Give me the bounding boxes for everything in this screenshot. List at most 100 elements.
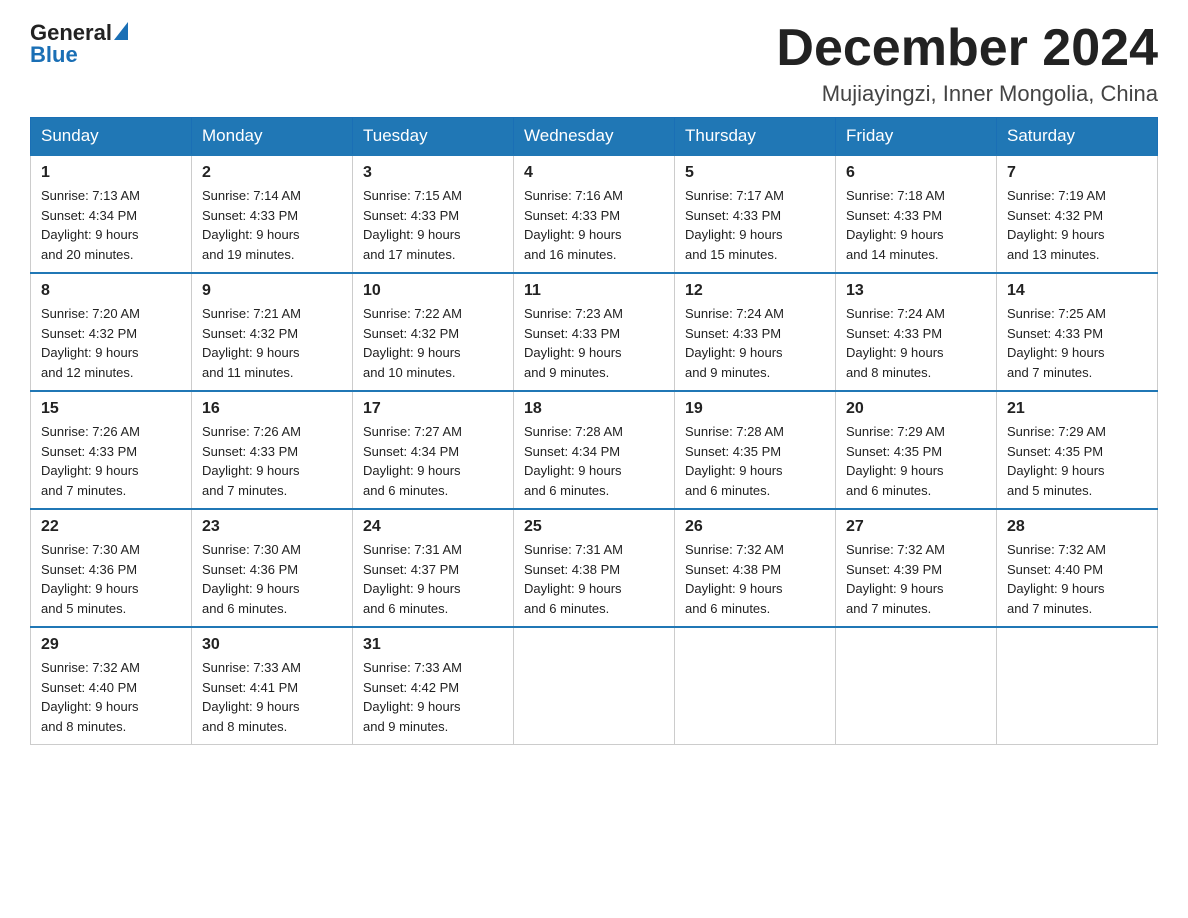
calendar-cell: 25 Sunrise: 7:31 AM Sunset: 4:38 PM Dayl… (514, 509, 675, 627)
calendar-cell: 11 Sunrise: 7:23 AM Sunset: 4:33 PM Dayl… (514, 273, 675, 391)
day-info: Sunrise: 7:29 AM Sunset: 4:35 PM Dayligh… (1007, 422, 1147, 500)
header-row: SundayMondayTuesdayWednesdayThursdayFrid… (31, 118, 1158, 156)
calendar-cell: 19 Sunrise: 7:28 AM Sunset: 4:35 PM Dayl… (675, 391, 836, 509)
day-info: Sunrise: 7:25 AM Sunset: 4:33 PM Dayligh… (1007, 304, 1147, 382)
header-day-sunday: Sunday (31, 118, 192, 156)
calendar-cell: 12 Sunrise: 7:24 AM Sunset: 4:33 PM Dayl… (675, 273, 836, 391)
calendar-cell: 2 Sunrise: 7:14 AM Sunset: 4:33 PM Dayli… (192, 155, 353, 273)
header-day-monday: Monday (192, 118, 353, 156)
day-number: 7 (1007, 164, 1147, 182)
calendar-cell: 28 Sunrise: 7:32 AM Sunset: 4:40 PM Dayl… (997, 509, 1158, 627)
day-number: 16 (202, 400, 342, 418)
calendar-cell: 15 Sunrise: 7:26 AM Sunset: 4:33 PM Dayl… (31, 391, 192, 509)
day-info: Sunrise: 7:28 AM Sunset: 4:34 PM Dayligh… (524, 422, 664, 500)
calendar-cell: 7 Sunrise: 7:19 AM Sunset: 4:32 PM Dayli… (997, 155, 1158, 273)
day-info: Sunrise: 7:33 AM Sunset: 4:41 PM Dayligh… (202, 658, 342, 736)
day-info: Sunrise: 7:23 AM Sunset: 4:33 PM Dayligh… (524, 304, 664, 382)
day-number: 26 (685, 518, 825, 536)
week-row-5: 29 Sunrise: 7:32 AM Sunset: 4:40 PM Dayl… (31, 627, 1158, 745)
day-number: 15 (41, 400, 181, 418)
day-number: 24 (363, 518, 503, 536)
calendar-table: SundayMondayTuesdayWednesdayThursdayFrid… (30, 117, 1158, 745)
day-number: 23 (202, 518, 342, 536)
calendar-cell: 3 Sunrise: 7:15 AM Sunset: 4:33 PM Dayli… (353, 155, 514, 273)
day-info: Sunrise: 7:24 AM Sunset: 4:33 PM Dayligh… (685, 304, 825, 382)
day-number: 18 (524, 400, 664, 418)
day-number: 27 (846, 518, 986, 536)
header-day-thursday: Thursday (675, 118, 836, 156)
title-area: December 2024 Mujiayingzi, Inner Mongoli… (776, 20, 1158, 107)
day-info: Sunrise: 7:15 AM Sunset: 4:33 PM Dayligh… (363, 186, 503, 264)
calendar-cell: 26 Sunrise: 7:32 AM Sunset: 4:38 PM Dayl… (675, 509, 836, 627)
day-number: 25 (524, 518, 664, 536)
calendar-cell: 20 Sunrise: 7:29 AM Sunset: 4:35 PM Dayl… (836, 391, 997, 509)
day-info: Sunrise: 7:30 AM Sunset: 4:36 PM Dayligh… (41, 540, 181, 618)
calendar-cell (514, 627, 675, 745)
day-number: 22 (41, 518, 181, 536)
day-info: Sunrise: 7:17 AM Sunset: 4:33 PM Dayligh… (685, 186, 825, 264)
calendar-cell: 22 Sunrise: 7:30 AM Sunset: 4:36 PM Dayl… (31, 509, 192, 627)
day-info: Sunrise: 7:32 AM Sunset: 4:40 PM Dayligh… (41, 658, 181, 736)
month-title: December 2024 (776, 20, 1158, 77)
day-number: 12 (685, 282, 825, 300)
day-info: Sunrise: 7:26 AM Sunset: 4:33 PM Dayligh… (202, 422, 342, 500)
week-row-4: 22 Sunrise: 7:30 AM Sunset: 4:36 PM Dayl… (31, 509, 1158, 627)
calendar-cell: 1 Sunrise: 7:13 AM Sunset: 4:34 PM Dayli… (31, 155, 192, 273)
calendar-cell: 9 Sunrise: 7:21 AM Sunset: 4:32 PM Dayli… (192, 273, 353, 391)
day-info: Sunrise: 7:27 AM Sunset: 4:34 PM Dayligh… (363, 422, 503, 500)
calendar-cell: 31 Sunrise: 7:33 AM Sunset: 4:42 PM Dayl… (353, 627, 514, 745)
calendar-cell: 27 Sunrise: 7:32 AM Sunset: 4:39 PM Dayl… (836, 509, 997, 627)
week-row-2: 8 Sunrise: 7:20 AM Sunset: 4:32 PM Dayli… (31, 273, 1158, 391)
day-info: Sunrise: 7:33 AM Sunset: 4:42 PM Dayligh… (363, 658, 503, 736)
day-info: Sunrise: 7:29 AM Sunset: 4:35 PM Dayligh… (846, 422, 986, 500)
logo-text-blue: Blue (30, 42, 78, 68)
day-number: 2 (202, 164, 342, 182)
day-number: 8 (41, 282, 181, 300)
calendar-cell (836, 627, 997, 745)
calendar-cell: 30 Sunrise: 7:33 AM Sunset: 4:41 PM Dayl… (192, 627, 353, 745)
day-number: 14 (1007, 282, 1147, 300)
header-day-friday: Friday (836, 118, 997, 156)
calendar-cell (997, 627, 1158, 745)
day-number: 31 (363, 636, 503, 654)
day-number: 10 (363, 282, 503, 300)
calendar-cell: 24 Sunrise: 7:31 AM Sunset: 4:37 PM Dayl… (353, 509, 514, 627)
calendar-cell: 16 Sunrise: 7:26 AM Sunset: 4:33 PM Dayl… (192, 391, 353, 509)
day-number: 17 (363, 400, 503, 418)
day-number: 5 (685, 164, 825, 182)
header-day-tuesday: Tuesday (353, 118, 514, 156)
day-number: 30 (202, 636, 342, 654)
day-info: Sunrise: 7:13 AM Sunset: 4:34 PM Dayligh… (41, 186, 181, 264)
day-number: 19 (685, 400, 825, 418)
calendar-cell: 18 Sunrise: 7:28 AM Sunset: 4:34 PM Dayl… (514, 391, 675, 509)
day-number: 9 (202, 282, 342, 300)
day-number: 6 (846, 164, 986, 182)
calendar-cell: 14 Sunrise: 7:25 AM Sunset: 4:33 PM Dayl… (997, 273, 1158, 391)
day-info: Sunrise: 7:32 AM Sunset: 4:39 PM Dayligh… (846, 540, 986, 618)
calendar-cell: 5 Sunrise: 7:17 AM Sunset: 4:33 PM Dayli… (675, 155, 836, 273)
day-number: 20 (846, 400, 986, 418)
day-info: Sunrise: 7:19 AM Sunset: 4:32 PM Dayligh… (1007, 186, 1147, 264)
day-info: Sunrise: 7:31 AM Sunset: 4:37 PM Dayligh… (363, 540, 503, 618)
day-info: Sunrise: 7:28 AM Sunset: 4:35 PM Dayligh… (685, 422, 825, 500)
calendar-cell: 13 Sunrise: 7:24 AM Sunset: 4:33 PM Dayl… (836, 273, 997, 391)
day-info: Sunrise: 7:32 AM Sunset: 4:38 PM Dayligh… (685, 540, 825, 618)
calendar-cell: 8 Sunrise: 7:20 AM Sunset: 4:32 PM Dayli… (31, 273, 192, 391)
day-info: Sunrise: 7:16 AM Sunset: 4:33 PM Dayligh… (524, 186, 664, 264)
day-info: Sunrise: 7:18 AM Sunset: 4:33 PM Dayligh… (846, 186, 986, 264)
day-info: Sunrise: 7:14 AM Sunset: 4:33 PM Dayligh… (202, 186, 342, 264)
day-number: 21 (1007, 400, 1147, 418)
day-number: 4 (524, 164, 664, 182)
day-number: 13 (846, 282, 986, 300)
week-row-1: 1 Sunrise: 7:13 AM Sunset: 4:34 PM Dayli… (31, 155, 1158, 273)
day-info: Sunrise: 7:20 AM Sunset: 4:32 PM Dayligh… (41, 304, 181, 382)
week-row-3: 15 Sunrise: 7:26 AM Sunset: 4:33 PM Dayl… (31, 391, 1158, 509)
logo-triangle-icon (114, 22, 128, 40)
calendar-cell: 10 Sunrise: 7:22 AM Sunset: 4:32 PM Dayl… (353, 273, 514, 391)
calendar-cell: 21 Sunrise: 7:29 AM Sunset: 4:35 PM Dayl… (997, 391, 1158, 509)
day-info: Sunrise: 7:22 AM Sunset: 4:32 PM Dayligh… (363, 304, 503, 382)
calendar-cell (675, 627, 836, 745)
header-day-saturday: Saturday (997, 118, 1158, 156)
calendar-cell: 29 Sunrise: 7:32 AM Sunset: 4:40 PM Dayl… (31, 627, 192, 745)
day-info: Sunrise: 7:21 AM Sunset: 4:32 PM Dayligh… (202, 304, 342, 382)
